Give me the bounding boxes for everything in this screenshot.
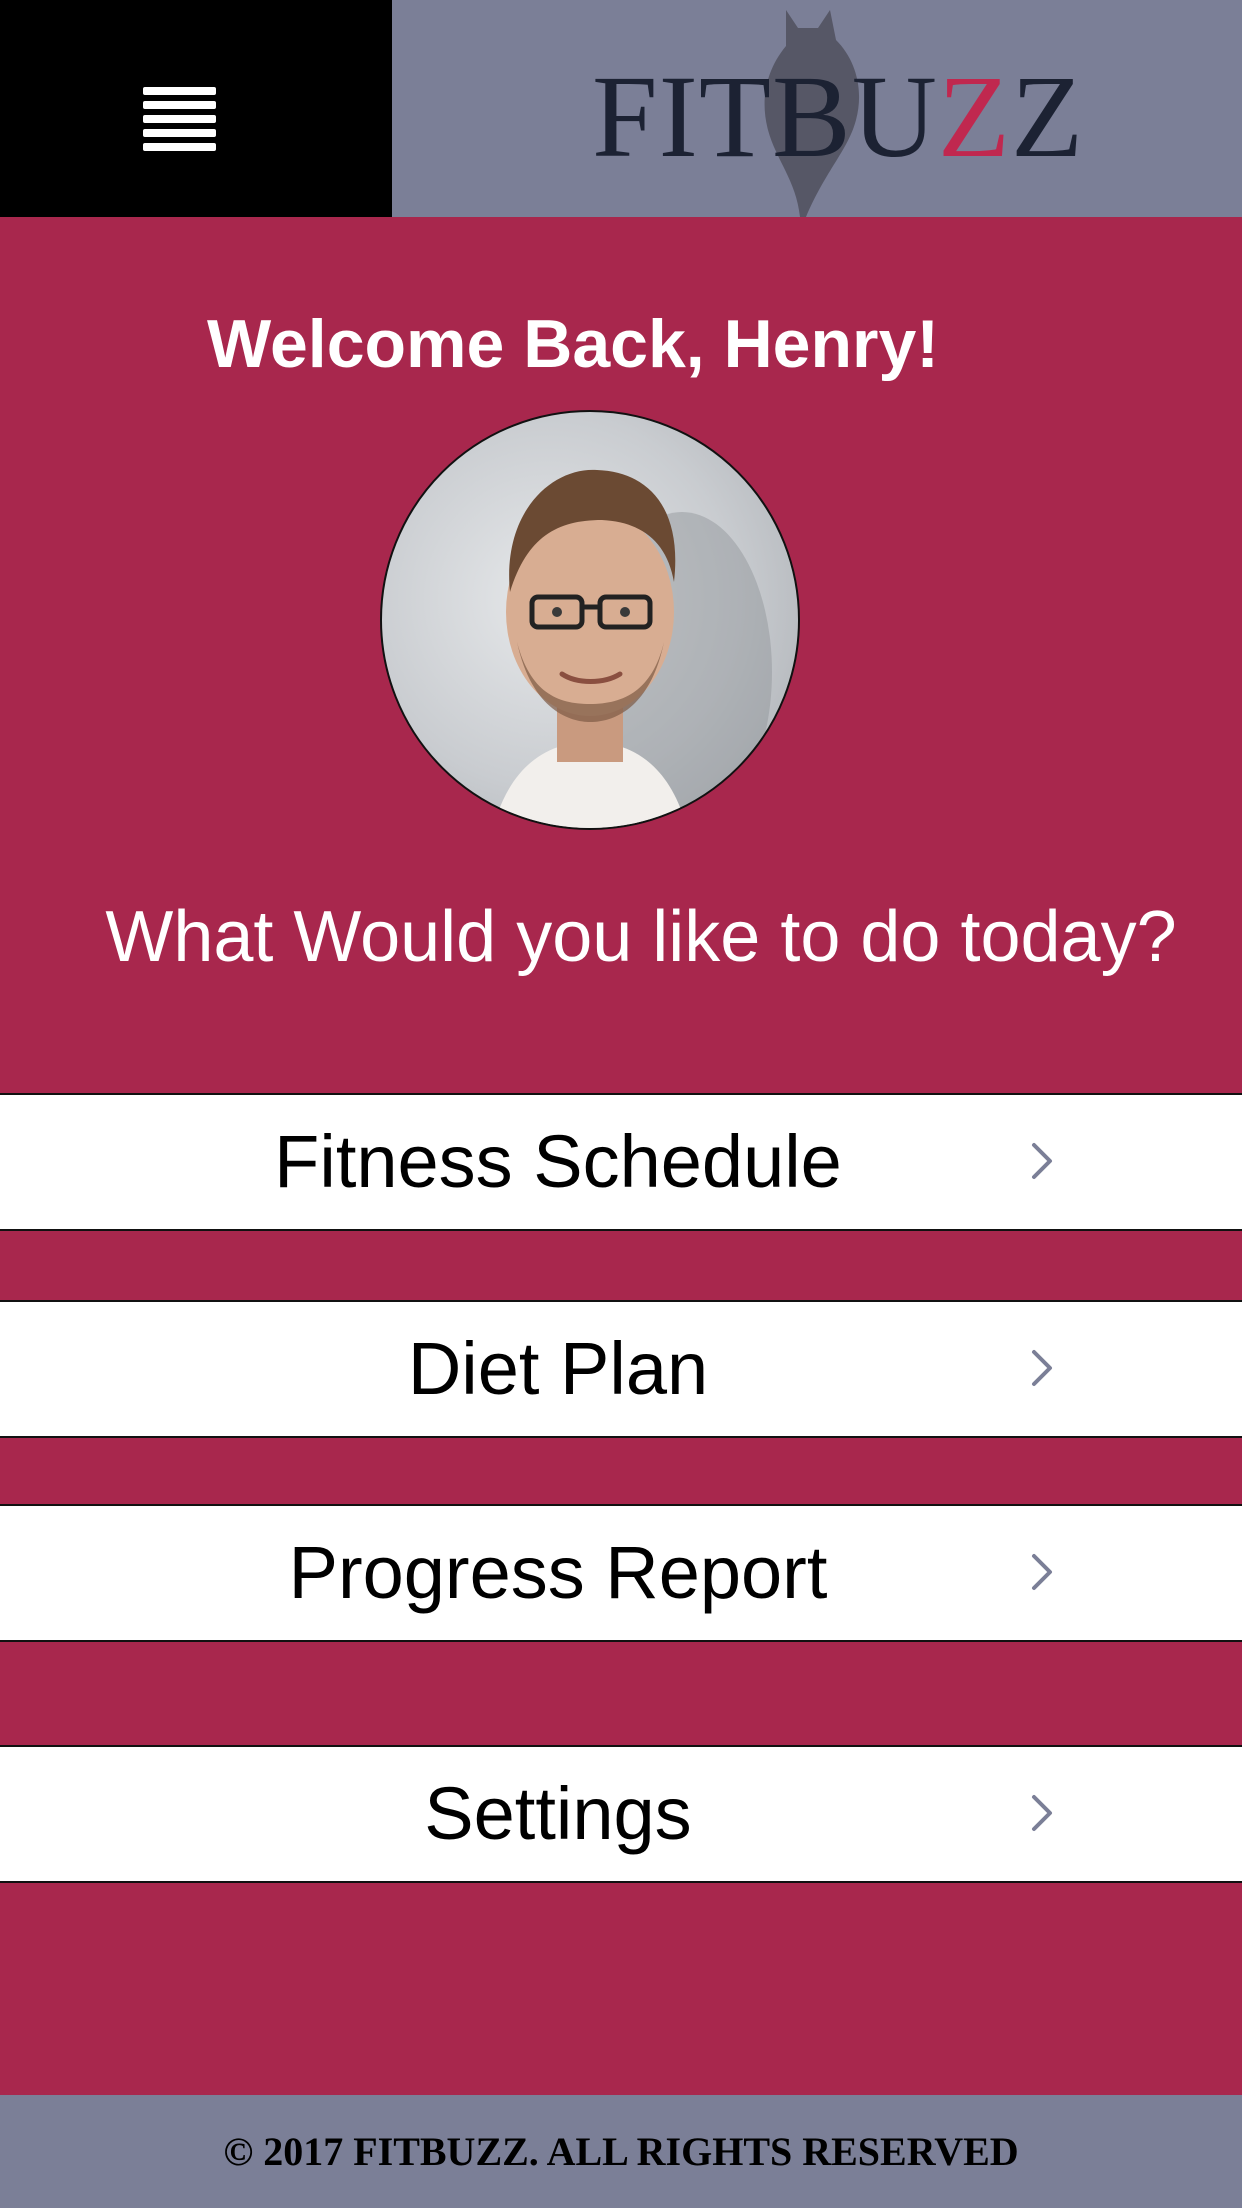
menu-button[interactable] [0,0,392,217]
chevron-right-icon [1032,1795,1052,1831]
welcome-heading: Welcome Back, Henry! [207,306,939,382]
menu-item-progress-report[interactable]: Progress Report [0,1504,1242,1642]
menu-item-label: Progress Report [288,1531,828,1614]
app-footer: © 2017 FITBUZZ. ALL RIGHTS RESERVED [0,2095,1242,2208]
avatar [380,410,800,830]
menu-item-label: Diet Plan [407,1327,709,1410]
menu-item-settings[interactable]: Settings [0,1745,1242,1883]
fitbuzz-logo: FITBUZZ [580,0,1083,217]
logo-text: FITBUZZ [592,51,1085,182]
menu-item-diet-plan[interactable]: Diet Plan [0,1300,1242,1438]
menu-item-fitness-schedule[interactable]: Fitness Schedule [0,1093,1242,1231]
prompt-question: What Would you like to do today? [105,897,1177,977]
chevron-right-icon [1032,1554,1052,1590]
menu-item-label: Fitness Schedule [274,1120,842,1203]
menu-item-label: Settings [424,1772,692,1855]
chevron-right-icon [1032,1143,1052,1179]
app-header: FITBUZZ [0,0,1242,217]
chevron-right-icon [1032,1350,1052,1386]
copyright-text: © 2017 FITBUZZ. ALL RIGHTS RESERVED [223,2129,1019,2174]
hamburger-menu-icon[interactable] [143,87,216,151]
profile-photo [493,469,772,828]
